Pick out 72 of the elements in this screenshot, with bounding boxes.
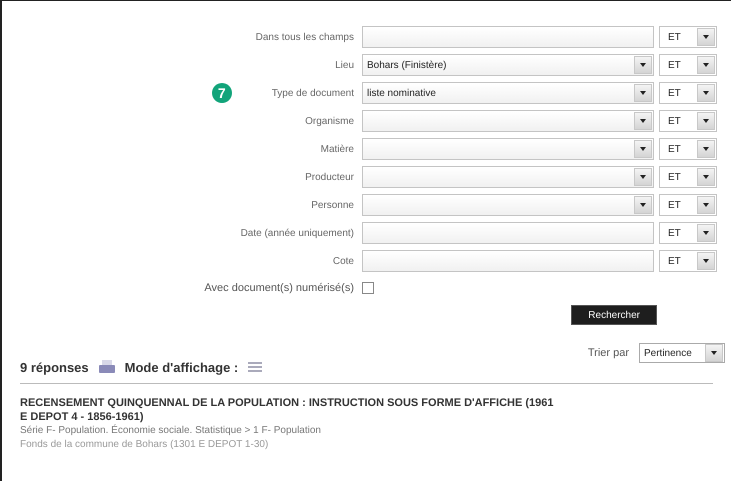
caret-icon bbox=[703, 259, 709, 263]
result-title[interactable]: E DEPOT 4 - 1856-1961) bbox=[20, 410, 713, 424]
field-label: Date (année uniquement) bbox=[240, 226, 354, 240]
display-mode-label: Mode d'affichage : bbox=[124, 358, 238, 377]
input-field[interactable] bbox=[362, 222, 654, 244]
combo-field[interactable]: liste nominative bbox=[362, 82, 654, 104]
field-label: Type de document bbox=[272, 86, 354, 100]
operator-select[interactable]: ET bbox=[659, 222, 717, 244]
field-label: Personne bbox=[311, 198, 354, 212]
dropdown-button[interactable] bbox=[697, 84, 715, 102]
dropdown-button[interactable] bbox=[634, 196, 652, 214]
caret-icon bbox=[640, 203, 646, 207]
field-label: Lieu bbox=[335, 58, 354, 72]
operator-select[interactable]: ET bbox=[659, 194, 717, 216]
caret-icon bbox=[703, 119, 709, 123]
caret-icon bbox=[703, 203, 709, 207]
dropdown-button[interactable] bbox=[634, 168, 652, 186]
checkbox[interactable] bbox=[362, 282, 374, 294]
field-label: Cote bbox=[332, 254, 354, 268]
caret-icon bbox=[703, 147, 709, 151]
caret-icon bbox=[703, 175, 709, 179]
result-count: 9 réponses bbox=[20, 358, 89, 377]
caret-icon bbox=[703, 63, 709, 67]
caret-icon bbox=[640, 119, 646, 123]
caret-icon bbox=[711, 351, 717, 355]
search-button[interactable]: Rechercher bbox=[571, 305, 657, 325]
operator-select[interactable]: ET bbox=[659, 110, 717, 132]
dropdown-button[interactable] bbox=[634, 84, 652, 102]
field-label: Avec document(s) numérisé(s) bbox=[204, 280, 354, 296]
field-label: Dans tous les champs bbox=[256, 30, 354, 44]
sort-select[interactable]: Pertinence bbox=[639, 343, 725, 363]
dropdown-button[interactable] bbox=[697, 56, 715, 74]
dropdown-button[interactable] bbox=[634, 140, 652, 158]
input-field[interactable] bbox=[362, 26, 654, 48]
operator-select[interactable]: ET bbox=[659, 166, 717, 188]
dropdown-button[interactable] bbox=[697, 140, 715, 158]
dropdown-button[interactable] bbox=[634, 56, 652, 74]
dropdown-button[interactable] bbox=[697, 112, 715, 130]
result-fonds: Fonds de la commune de Bohars (1301 E DEPOT 1-30) bbox=[20, 438, 270, 452]
operator-select[interactable]: ET bbox=[659, 138, 717, 160]
caret-icon bbox=[703, 91, 709, 95]
field-label: Organisme bbox=[305, 114, 354, 128]
operator-select[interactable]: ET bbox=[659, 26, 717, 48]
input-field[interactable] bbox=[362, 250, 654, 272]
operator-select[interactable]: ET bbox=[659, 82, 717, 104]
field-label: Matière bbox=[320, 142, 354, 156]
caret-icon bbox=[640, 147, 646, 151]
combo-field[interactable] bbox=[362, 166, 654, 188]
operator-select[interactable]: ET bbox=[659, 54, 717, 76]
caret-icon bbox=[703, 35, 709, 39]
dropdown-button[interactable] bbox=[697, 168, 715, 186]
dropdown-button[interactable] bbox=[697, 224, 715, 242]
dropdown-button[interactable] bbox=[697, 28, 715, 46]
dropdown-button[interactable] bbox=[705, 344, 723, 362]
combo-field[interactable] bbox=[362, 110, 654, 132]
caret-icon bbox=[640, 175, 646, 179]
combo-field[interactable]: Bohars (Finistère) bbox=[362, 54, 654, 76]
combo-field[interactable] bbox=[362, 194, 654, 216]
dropdown-button[interactable] bbox=[634, 112, 652, 130]
caret-icon bbox=[640, 63, 646, 67]
caret-icon bbox=[640, 91, 646, 95]
combo-field[interactable] bbox=[362, 138, 654, 160]
result-series: Série F- Population. Économie sociale. Statistique > 1 F- Population bbox=[20, 424, 322, 438]
field-label: Producteur bbox=[305, 170, 354, 184]
dropdown-button[interactable] bbox=[697, 196, 715, 214]
caret-icon bbox=[703, 231, 709, 235]
sort-label: Trier par bbox=[588, 346, 629, 361]
result-title[interactable]: RECENSEMENT QUINQUENNAL DE LA POPULATION : INSTRUCTION SOUS FORME D'AFFICHE (1961 bbox=[20, 396, 713, 410]
dropdown-button[interactable] bbox=[697, 252, 715, 270]
printer-icon[interactable] bbox=[98, 360, 115, 374]
operator-select[interactable]: ET bbox=[659, 250, 717, 272]
step-badge: 7 bbox=[212, 83, 232, 103]
